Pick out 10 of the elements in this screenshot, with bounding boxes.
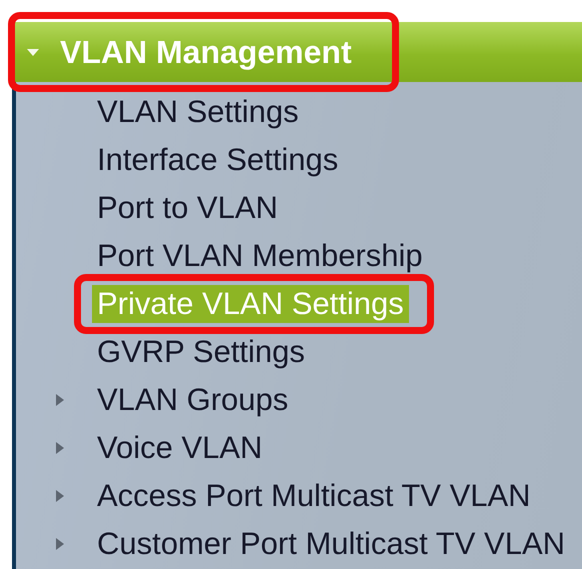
menu-item[interactable]: Interface Settings xyxy=(92,141,344,179)
menu-item[interactable]: VLAN Settings xyxy=(92,93,304,131)
menu-item[interactable]: Port to VLAN xyxy=(92,189,283,227)
menu-item[interactable]: Customer Port Multicast TV VLAN xyxy=(92,525,570,563)
menu-item[interactable]: Voice VLAN xyxy=(92,429,268,467)
menu-item[interactable]: Port VLAN Membership xyxy=(92,237,428,275)
menu-item[interactable]: Access Port Multicast TV VLAN xyxy=(92,477,536,515)
menu-item[interactable]: VLAN Groups xyxy=(92,381,294,419)
menu-item[interactable]: GVRP Settings xyxy=(92,333,310,371)
menu-title: VLAN Management xyxy=(60,34,352,70)
